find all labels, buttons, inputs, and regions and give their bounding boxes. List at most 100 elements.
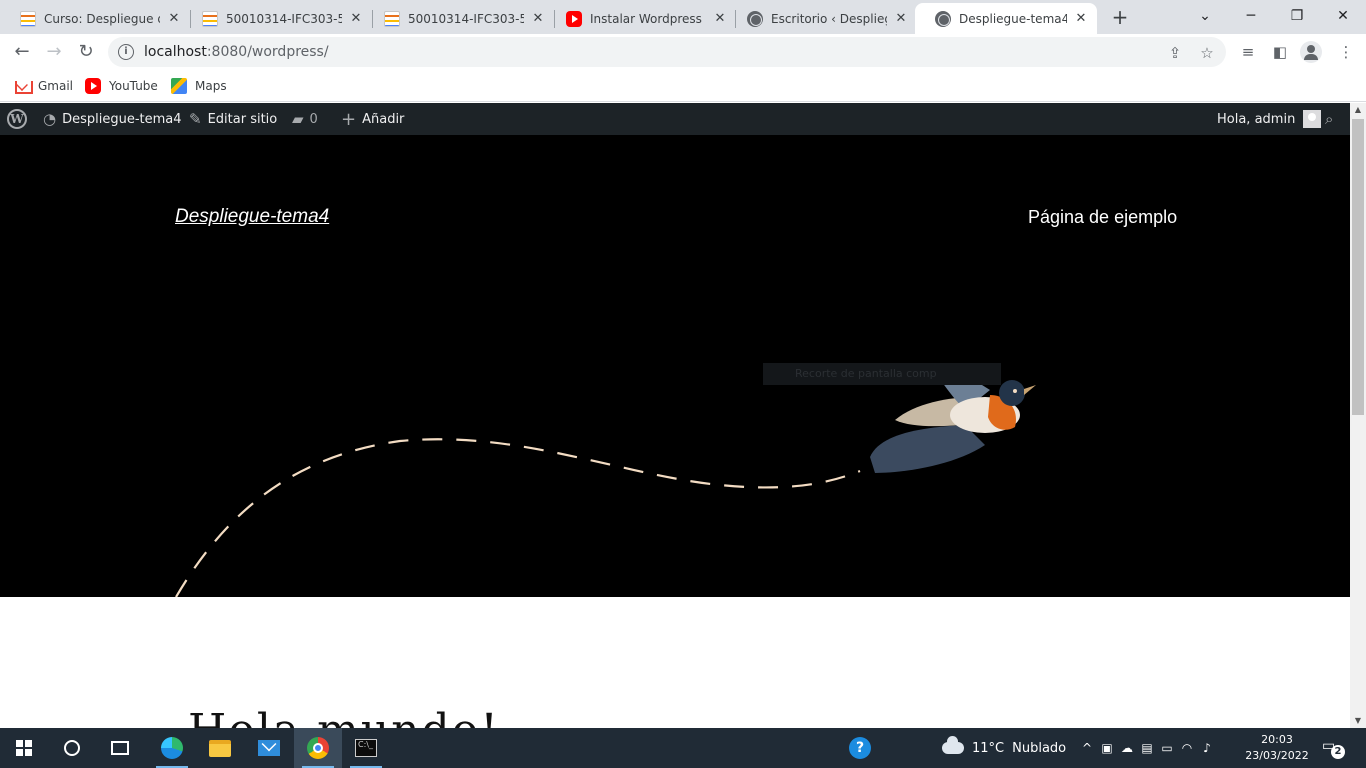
- screenshot-tooltip: Recorte de pantalla comp: [763, 363, 1001, 385]
- profile-avatar-icon[interactable]: [1300, 41, 1322, 63]
- admin-bar-comments[interactable]: ▰ 0: [292, 103, 318, 135]
- help-icon: ?: [849, 737, 871, 759]
- windows-logo-icon: [16, 740, 32, 756]
- browser-tab[interactable]: Curso: Despliegue de ✕: [0, 3, 190, 34]
- notification-center-button[interactable]: ▭ 2: [1322, 738, 1345, 759]
- browser-tab[interactable]: Escritorio ‹ Desplieg ✕: [727, 3, 917, 34]
- bookmark-label: YouTube: [109, 79, 158, 93]
- scroll-up-arrow-icon[interactable]: ▲: [1350, 103, 1366, 117]
- chrome-icon: [307, 737, 329, 759]
- reading-list-icon[interactable]: ≡: [1236, 40, 1260, 64]
- search-button[interactable]: [48, 728, 96, 768]
- taskbar-file-explorer[interactable]: [196, 728, 244, 768]
- close-tab-icon[interactable]: ✕: [712, 11, 728, 27]
- bookmark-maps[interactable]: Maps: [171, 76, 227, 96]
- edge-icon: [161, 737, 183, 759]
- bookmark-youtube[interactable]: YouTube: [85, 76, 158, 96]
- minimize-button[interactable]: ─: [1228, 0, 1274, 32]
- bookmark-star-icon[interactable]: ☆: [1198, 44, 1216, 62]
- maps-icon: [171, 78, 187, 94]
- onedrive-cloud-icon[interactable]: ☁: [1117, 741, 1137, 755]
- admin-bar-account[interactable]: Hola, admin: [1217, 103, 1322, 135]
- site-header-hero: Despliegue-tema4 Página de ejemplo Recor…: [0, 135, 1350, 597]
- user-avatar: [1303, 110, 1322, 128]
- tab-title: 50010314-IFC303-508: [408, 11, 524, 26]
- windows-taskbar: C:\_ ? 11°C Nublado ^ ▣ ☁ ▤ ▭ ◠ ♪ 20:03 …: [0, 728, 1366, 768]
- comment-bubble-icon: ▰: [292, 110, 304, 128]
- display-icon[interactable]: ▤: [1137, 741, 1157, 755]
- bookmark-gmail[interactable]: Gmail: [14, 76, 73, 96]
- browser-toolbar: ← → ↻ i localhost:8080/wordpress/ ⇪ ☆ ≡ …: [0, 34, 1366, 70]
- bookmark-label: Gmail: [38, 79, 74, 93]
- admin-bar-site-name[interactable]: ◔ Despliegue-tema4: [43, 103, 182, 135]
- taskbar-clock[interactable]: 20:03 23/03/2022: [1244, 732, 1310, 764]
- scroll-thumb[interactable]: [1352, 119, 1364, 415]
- admin-bar-search-icon[interactable]: ⌕: [1325, 103, 1333, 135]
- weather-widget[interactable]: 11°C Nublado: [942, 728, 1066, 768]
- site-info-icon[interactable]: i: [118, 44, 134, 60]
- browser-tab-active[interactable]: Despliegue-tema4 – C ✕: [915, 3, 1097, 34]
- url-path: :8080/wordpress/: [206, 44, 329, 60]
- close-tab-icon[interactable]: ✕: [530, 11, 546, 27]
- tab-search-icon[interactable]: ⌄: [1182, 0, 1228, 32]
- share-icon[interactable]: ⇪: [1166, 44, 1184, 62]
- restore-button[interactable]: ❐: [1274, 0, 1320, 32]
- taskbar-terminal[interactable]: C:\_: [342, 728, 390, 768]
- plus-icon: +: [341, 108, 357, 130]
- tab-title: 50010314-IFC303-508: [226, 11, 342, 26]
- weather-temperature: 11°C: [972, 740, 1005, 756]
- browser-tab[interactable]: 50010314-IFC303-508 ✕: [364, 3, 554, 34]
- taskbar-edge[interactable]: [148, 728, 196, 768]
- new-tab-button[interactable]: +: [1108, 6, 1132, 30]
- brush-icon: ✎: [189, 110, 202, 128]
- forward-arrow-icon[interactable]: →: [40, 38, 68, 66]
- close-tab-icon[interactable]: ✕: [1073, 11, 1089, 27]
- admin-bar-edit-site[interactable]: ✎ Editar sitio: [189, 103, 277, 135]
- clock-date: 23/03/2022: [1245, 749, 1309, 762]
- tray-help[interactable]: ?: [849, 728, 871, 768]
- admin-bar-add-new[interactable]: + Añadir: [341, 103, 404, 135]
- bookmark-label: Maps: [195, 79, 227, 93]
- page-scrollbar[interactable]: ▲ ▼: [1350, 103, 1366, 728]
- menu-kebab-icon[interactable]: ⋮: [1334, 40, 1358, 64]
- side-panel-icon[interactable]: ◧: [1268, 40, 1292, 64]
- taskbar-chrome[interactable]: [294, 728, 342, 768]
- post-title[interactable]: Hola mundo!: [188, 705, 500, 728]
- meet-now-icon[interactable]: ▣: [1097, 741, 1117, 755]
- terminal-icon: C:\_: [355, 739, 377, 757]
- reload-icon[interactable]: ↻: [72, 38, 100, 66]
- volume-icon[interactable]: ♪: [1197, 741, 1217, 755]
- admin-bar-greeting: Hola, admin: [1217, 111, 1296, 127]
- browser-tab[interactable]: 50010314-IFC303-508 ✕: [182, 3, 372, 34]
- clock-time: 20:03: [1261, 733, 1293, 746]
- close-window-button[interactable]: ✕: [1320, 0, 1366, 32]
- address-url[interactable]: localhost:8080/wordpress/: [144, 37, 329, 67]
- document-icon: [384, 10, 400, 27]
- gmail-icon: [14, 78, 33, 94]
- site-viewport: Despliegue-tema4 Página de ejemplo Recor…: [0, 135, 1350, 728]
- show-hidden-icons-chevron-icon[interactable]: ^: [1077, 741, 1097, 755]
- battery-icon[interactable]: ▭: [1157, 741, 1177, 755]
- comments-count: 0: [309, 111, 318, 127]
- wordpress-logo-icon[interactable]: W: [7, 109, 27, 129]
- nav-link-sample-page[interactable]: Página de ejemplo: [1028, 207, 1177, 228]
- close-tab-icon[interactable]: ✕: [893, 11, 909, 27]
- close-tab-icon[interactable]: ✕: [348, 11, 364, 27]
- address-bar[interactable]: i localhost:8080/wordpress/ ⇪ ☆: [108, 37, 1226, 67]
- wifi-icon[interactable]: ◠: [1177, 741, 1197, 755]
- dashboard-icon: ◔: [43, 110, 57, 128]
- browser-tab[interactable]: Instalar Wordpress en ✕: [546, 3, 736, 34]
- admin-bar-add-label: Añadir: [362, 111, 405, 127]
- globe-icon: [935, 10, 951, 27]
- taskbar-mail[interactable]: [245, 728, 293, 768]
- weather-condition: Nublado: [1012, 740, 1067, 756]
- back-arrow-icon[interactable]: ←: [8, 38, 36, 66]
- scroll-down-arrow-icon[interactable]: ▼: [1350, 714, 1366, 728]
- task-view-button[interactable]: [96, 728, 144, 768]
- bookmarks-bar: Gmail YouTube Maps: [0, 70, 1366, 102]
- tab-title: Despliegue-tema4 – C: [959, 11, 1067, 26]
- globe-icon: [747, 10, 763, 27]
- site-title-link[interactable]: Despliegue-tema4: [175, 206, 329, 228]
- close-tab-icon[interactable]: ✕: [166, 11, 182, 27]
- start-button[interactable]: [0, 728, 48, 768]
